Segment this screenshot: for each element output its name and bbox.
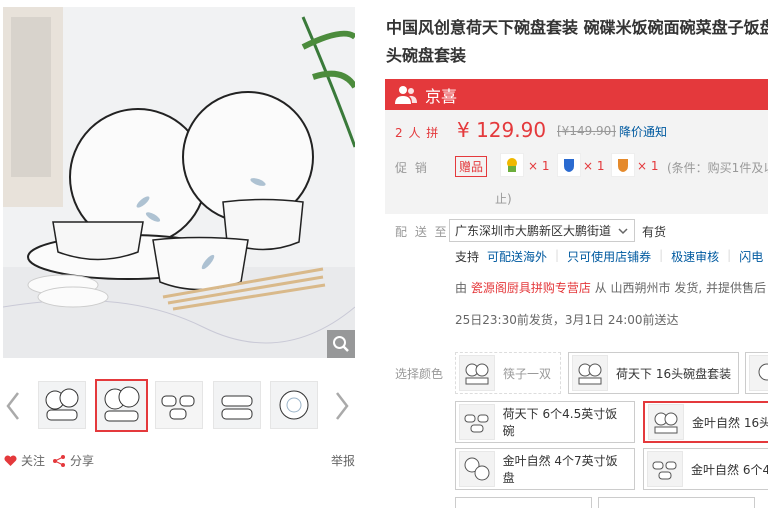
chevron-down-icon [618,228,628,235]
thumbnail[interactable] [38,381,86,429]
option-label: 荷天下 16头碗盘套装 [616,366,732,381]
option-image [460,405,494,439]
option-label: 筷子一双 [503,366,552,381]
service-item[interactable]: 只可使用店铺券 [567,248,651,265]
price-panel: 2 人 拼 ¥ 129.90 [¥149.90] 降价通知 促 销 赠品 × 1… [385,110,768,214]
price-notify-link[interactable]: 降价通知 [619,123,667,140]
heart-icon [4,454,17,466]
color-option[interactable]: 荷天下 16头碗盘套装 [568,352,739,394]
chevron-left-icon [6,392,19,420]
option-image [648,452,682,486]
thumbnail[interactable] [213,381,261,429]
address-value: 广东深圳市大鹏新区大鹏街道 [455,224,612,238]
option-label: 金叶自然 4个7英寸饭盘 [502,454,618,485]
seller-prefix: 由 [455,281,468,295]
product-photo [3,7,355,358]
report-link[interactable]: 举报 [331,452,355,469]
option-label: 荷天下 6个4.5英寸饭碗 [502,407,618,438]
stock-status: 有货 [642,225,667,239]
promo-condition-end: 止) [495,192,512,206]
gift-item-image [507,158,517,172]
thumbnail-image [214,382,260,428]
option-image [460,452,494,486]
service-item[interactable]: 可配送海外 [487,248,547,265]
color-option-selected[interactable]: 金叶自然 16头 [643,401,768,443]
thumb-prev-button[interactable] [4,386,22,426]
option-thumbnail [459,404,495,440]
option-image [460,356,494,390]
color-option-partial[interactable] [455,497,592,508]
color-option[interactable]: 荷天下 6个4.5英寸饭碗 [455,401,635,443]
promo-label: 促 销 [395,161,429,175]
color-option[interactable]: 金叶自然 4个7英寸饭盘 [455,448,635,490]
thumbnail-image [156,382,202,428]
option-thumbnail [459,355,495,391]
delivery-eta: 25日23:30前发货，3月1日 24:00前送达 [455,313,679,327]
report-label: 举报 [331,454,356,468]
option-thumbnail [572,355,608,391]
gift-item-icon[interactable] [557,153,581,177]
group-buy-label: 2 人 拼 [395,126,440,140]
gift-item-image [564,159,574,172]
option-thumbnail [749,355,768,391]
thumbnail-image [39,382,85,428]
share-button[interactable]: 分享 [52,452,94,469]
original-price: [¥149.90] [557,124,616,138]
thumbnail-image [271,382,317,428]
option-thumbnail [459,451,495,487]
service-prefix: 支持 [455,250,480,264]
option-image [573,356,607,390]
option-image [750,356,768,390]
product-title: 中国风创意荷天下碗盘套装 碗碟米饭碗面碗菜盘子饭盘 头碗盘套装 [386,18,768,65]
thumbnail[interactable] [270,381,318,429]
main-product-image[interactable] [3,7,355,358]
service-list: 支持 可配送海外 | 只可使用店铺券 | 极速审核 | 闪电 [455,248,764,265]
follow-label: 关注 [21,454,46,468]
service-item[interactable]: 闪电 [739,248,763,265]
color-select-label: 选择颜色 [395,367,444,381]
option-thumbnail [647,451,683,487]
color-option[interactable]: 筷子一双 [455,352,561,394]
thumbnail-image [97,381,146,430]
follow-button[interactable]: 关注 [4,452,45,469]
thumb-next-button[interactable] [333,386,351,426]
gift-qty: × 1 [583,159,605,173]
thumbnail[interactable] [155,381,203,429]
option-label: 金叶自然 6个4 [691,462,768,477]
gift-item-icon[interactable] [611,153,635,177]
zoom-button[interactable] [327,330,355,358]
gift-qty: × 1 [637,159,659,173]
gift-qty: × 1 [528,159,550,173]
chevron-right-icon [336,392,349,420]
gift-item-image [618,159,628,172]
thumbnail-selected[interactable] [95,379,148,432]
delivery-label: 配 送 至 [395,225,449,239]
promo-condition: (条件：购买1件及以 [667,161,768,175]
seller-link[interactable]: 瓷源阁厨具拼购专营店 [471,281,591,295]
brand-bar: 京喜 [385,79,768,110]
option-thumbnail [648,404,684,440]
option-image [649,405,683,439]
service-item[interactable]: 极速审核 [671,248,719,265]
gift-tag: 赠品 [455,156,488,177]
color-option[interactable] [745,352,768,394]
color-option-partial[interactable] [598,497,755,508]
gift-item-icon[interactable] [500,153,524,177]
share-icon [53,454,65,467]
share-label: 分享 [70,454,95,468]
color-option[interactable]: 金叶自然 6个4 [643,448,768,490]
address-select[interactable]: 广东深圳市大鹏新区大鹏街道 [449,219,635,242]
users-icon [395,85,417,104]
magnifier-icon [333,336,349,352]
current-price: ¥ 129.90 [457,118,547,142]
seller-info: 由 瓷源阁厨具拼购专营店 从 山西朔州市 发货, 并提供售后 [455,279,766,296]
seller-suffix: 从 山西朔州市 发货, 并提供售后 [594,281,766,295]
brand-name: 京喜 [425,86,458,106]
option-label: 金叶自然 16头 [692,415,768,430]
